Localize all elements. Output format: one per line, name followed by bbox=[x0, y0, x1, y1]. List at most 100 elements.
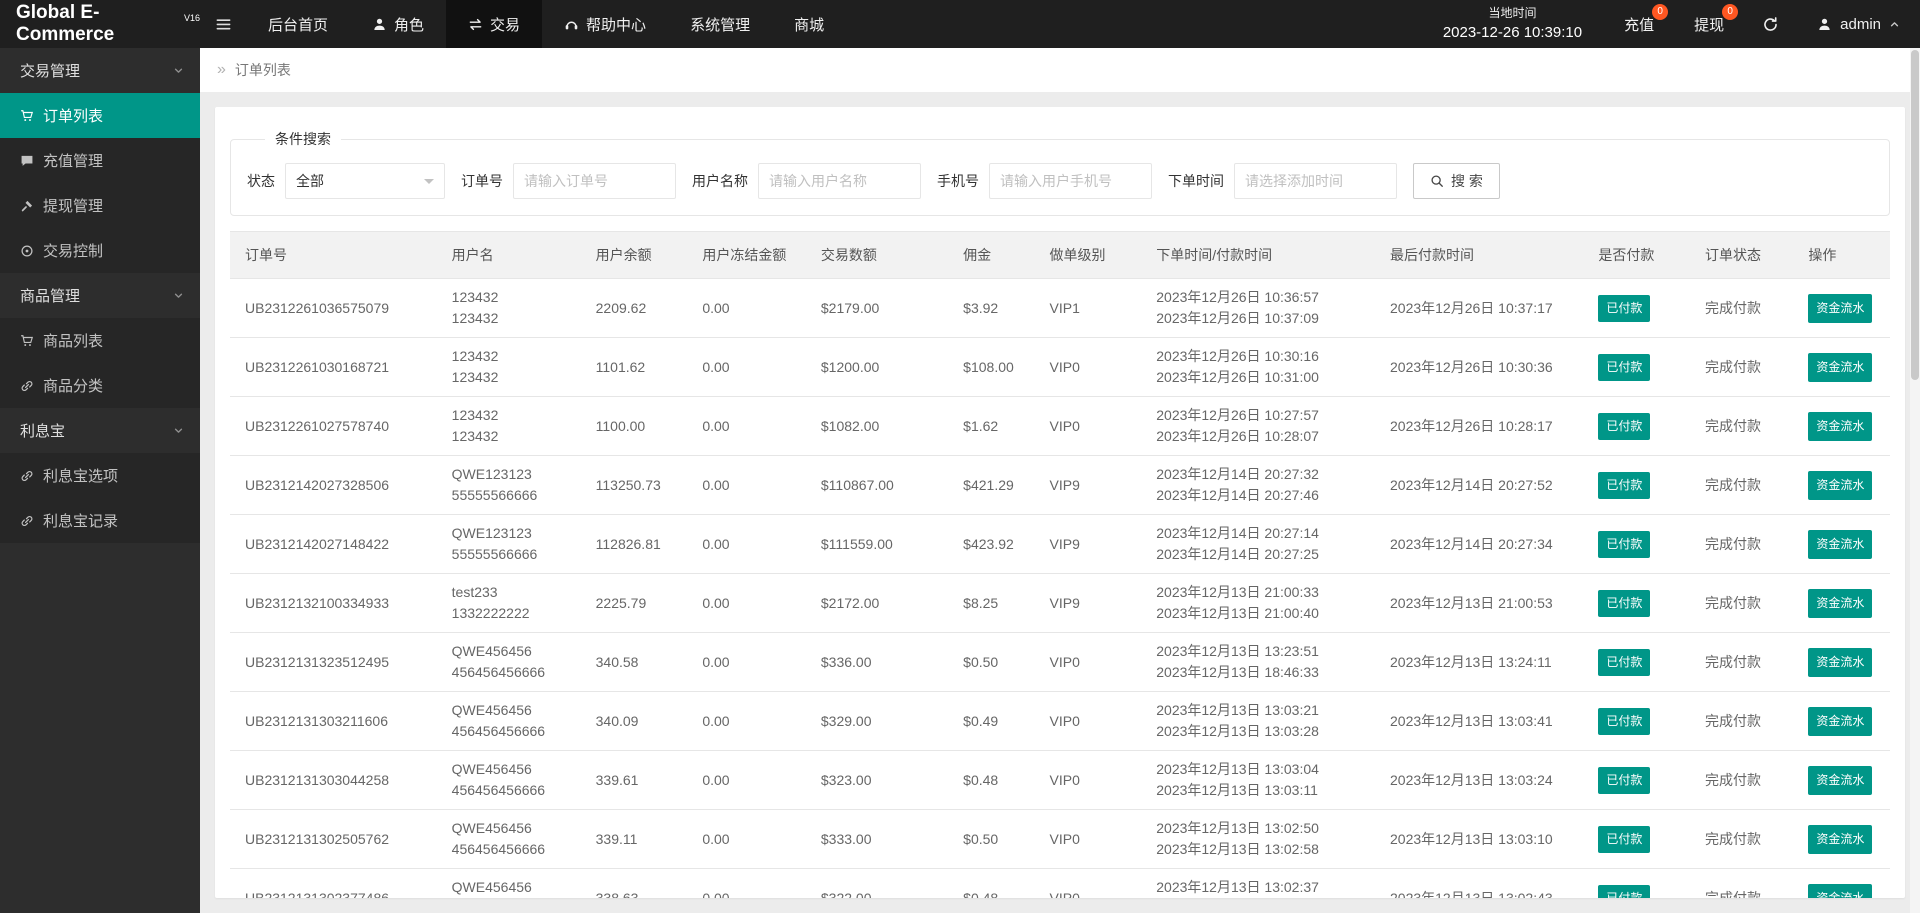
cell-level: VIP9 bbox=[1034, 455, 1142, 515]
sidebar-item-6[interactable]: 商品列表 bbox=[0, 318, 200, 363]
fund-flow-button[interactable]: 资金流水 bbox=[1808, 824, 1873, 854]
cell-balance: 340.09 bbox=[580, 691, 688, 751]
cell-commission: $3.92 bbox=[948, 278, 1035, 338]
local-time-block: 当地时间 2023-12-26 10:39:10 bbox=[1421, 0, 1604, 48]
cell-action: 资金流水 bbox=[1793, 396, 1890, 456]
cell-order-no: UB2312131302377486 bbox=[230, 868, 437, 898]
cell-paid: 已付款 bbox=[1583, 396, 1691, 456]
sidebar-item-9[interactable]: 利息宝选项 bbox=[0, 453, 200, 498]
cell-paid: 已付款 bbox=[1583, 337, 1691, 397]
cell-frozen: 0.00 bbox=[687, 809, 806, 869]
chevron-down-icon bbox=[173, 425, 184, 436]
column-header: 用户余额 bbox=[580, 231, 688, 279]
sidebar-item-1[interactable]: 订单列表 bbox=[0, 93, 200, 138]
sidebar-group-label: 交易管理 bbox=[20, 63, 81, 80]
chevron-down-icon bbox=[173, 65, 184, 76]
sidebar-item-4[interactable]: 交易控制 bbox=[0, 228, 200, 273]
cell-order-status: 完成付款 bbox=[1690, 396, 1794, 456]
column-header: 交易数额 bbox=[805, 231, 949, 279]
paid-status-badge: 已付款 bbox=[1598, 589, 1651, 617]
fund-flow-button[interactable]: 资金流水 bbox=[1808, 647, 1873, 677]
username-input[interactable] bbox=[758, 163, 921, 199]
table-row: UB2312142027328506 QWE123123 55555566666 … bbox=[230, 455, 1890, 515]
brand-version: V16 bbox=[183, 13, 200, 23]
cell-order-pay-time: 2023年12月26日 10:27:57 2023年12月26日 10:28:07 bbox=[1141, 396, 1375, 456]
withdraw-badge: 0 bbox=[1722, 4, 1739, 20]
sidebar-group-5[interactable]: 商品管理 bbox=[0, 273, 200, 318]
user-menu[interactable]: admin bbox=[1797, 0, 1920, 48]
cell-order-no: UB2312131323512495 bbox=[230, 632, 437, 692]
top-menu-item-3[interactable]: 交易 bbox=[446, 0, 543, 48]
search-button[interactable]: 搜 索 bbox=[1413, 163, 1500, 199]
cell-order-status: 完成付款 bbox=[1690, 278, 1794, 338]
column-header: 用户名 bbox=[436, 231, 581, 279]
hamburger-icon[interactable] bbox=[200, 0, 246, 48]
fund-flow-button[interactable]: 资金流水 bbox=[1808, 765, 1873, 795]
status-select[interactable]: 全部 bbox=[285, 163, 445, 199]
cell-balance: 1100.00 bbox=[580, 396, 688, 456]
sidebar-item-10[interactable]: 利息宝记录 bbox=[0, 498, 200, 543]
top-menu-item-4[interactable]: 帮助中心 bbox=[542, 0, 668, 48]
cell-order-pay-time: 2023年12月13日 13:02:372023年12月13日 13:02:43 bbox=[1141, 868, 1375, 898]
refresh-button[interactable] bbox=[1744, 0, 1797, 48]
paid-status-badge: 已付款 bbox=[1598, 648, 1651, 676]
cart-icon bbox=[20, 334, 34, 348]
cell-level: VIP0 bbox=[1034, 337, 1142, 397]
cell-action: 资金流水 bbox=[1793, 868, 1890, 898]
top-menu-label: 角色 bbox=[394, 16, 425, 34]
scrollbar-thumb[interactable] bbox=[1911, 50, 1919, 380]
recharge-button[interactable]: 充值 0 bbox=[1604, 0, 1674, 48]
sidebar-group-8[interactable]: 利息宝 bbox=[0, 408, 200, 453]
tools-icon bbox=[20, 199, 34, 213]
paid-status-badge: 已付款 bbox=[1598, 884, 1651, 898]
cell-user: QWE123123 55555566666 bbox=[436, 455, 581, 515]
order-no-input[interactable] bbox=[513, 163, 676, 199]
fund-flow-button[interactable]: 资金流水 bbox=[1808, 470, 1873, 500]
sidebar-item-label: 利息宝记录 bbox=[43, 513, 119, 530]
cell-frozen: 0.00 bbox=[687, 455, 806, 515]
fund-flow-button[interactable]: 资金流水 bbox=[1808, 883, 1873, 898]
top-menu-label: 帮助中心 bbox=[586, 16, 647, 34]
cell-commission: $0.50 bbox=[948, 809, 1035, 869]
cell-order-status: 完成付款 bbox=[1690, 809, 1794, 869]
fund-flow-button[interactable]: 资金流水 bbox=[1808, 588, 1873, 618]
column-header: 用户冻结金额 bbox=[687, 231, 806, 279]
withdraw-button[interactable]: 提现 0 bbox=[1674, 0, 1744, 48]
recharge-label: 充值 bbox=[1624, 16, 1655, 34]
column-header: 做单级别 bbox=[1034, 231, 1142, 279]
fund-flow-button[interactable]: 资金流水 bbox=[1808, 293, 1873, 323]
order-time-input[interactable] bbox=[1234, 163, 1397, 199]
cell-commission: $423.92 bbox=[948, 514, 1035, 574]
cell-paid: 已付款 bbox=[1583, 691, 1691, 751]
fund-flow-button[interactable]: 资金流水 bbox=[1808, 529, 1873, 559]
top-menu-item-6[interactable]: 商城 bbox=[772, 0, 846, 48]
top-menu-item-2[interactable]: 角色 bbox=[350, 0, 446, 48]
phone-input[interactable] bbox=[989, 163, 1152, 199]
top-menu-item-1[interactable]: 后台首页 bbox=[246, 0, 350, 48]
top-menu-item-5[interactable]: 系统管理 bbox=[668, 0, 772, 48]
cell-amount: $2179.00 bbox=[805, 278, 949, 338]
cell-action: 资金流水 bbox=[1793, 514, 1890, 574]
table-body: UB2312261036575079 123432 123432 2209.62 … bbox=[230, 278, 1890, 898]
sidebar-item-label: 充值管理 bbox=[43, 153, 104, 170]
cell-balance: 338.63 bbox=[580, 868, 688, 898]
cell-frozen: 0.00 bbox=[687, 278, 806, 338]
search-button-label: 搜 索 bbox=[1451, 173, 1483, 189]
filter-label: 状态 bbox=[247, 173, 275, 189]
cell-frozen: 0.00 bbox=[687, 632, 806, 692]
circle-icon bbox=[20, 244, 34, 258]
fund-flow-button[interactable]: 资金流水 bbox=[1808, 706, 1873, 736]
top-menu-label: 交易 bbox=[490, 16, 521, 34]
fund-flow-button[interactable]: 资金流水 bbox=[1808, 352, 1873, 382]
cell-amount: $323.00 bbox=[805, 750, 949, 810]
sidebar-item-7[interactable]: 商品分类 bbox=[0, 363, 200, 408]
vertical-scrollbar[interactable] bbox=[1910, 48, 1920, 913]
table-row: UB2312261036575079 123432 123432 2209.62 … bbox=[230, 278, 1890, 338]
cart-icon bbox=[20, 109, 34, 123]
fund-flow-button[interactable]: 资金流水 bbox=[1808, 411, 1873, 441]
sidebar-group-0[interactable]: 交易管理 bbox=[0, 48, 200, 93]
cell-level: VIP0 bbox=[1034, 809, 1142, 869]
sidebar-item-2[interactable]: 充值管理 bbox=[0, 138, 200, 183]
cell-user: test233 1332222222 bbox=[436, 573, 581, 633]
sidebar-item-3[interactable]: 提现管理 bbox=[0, 183, 200, 228]
